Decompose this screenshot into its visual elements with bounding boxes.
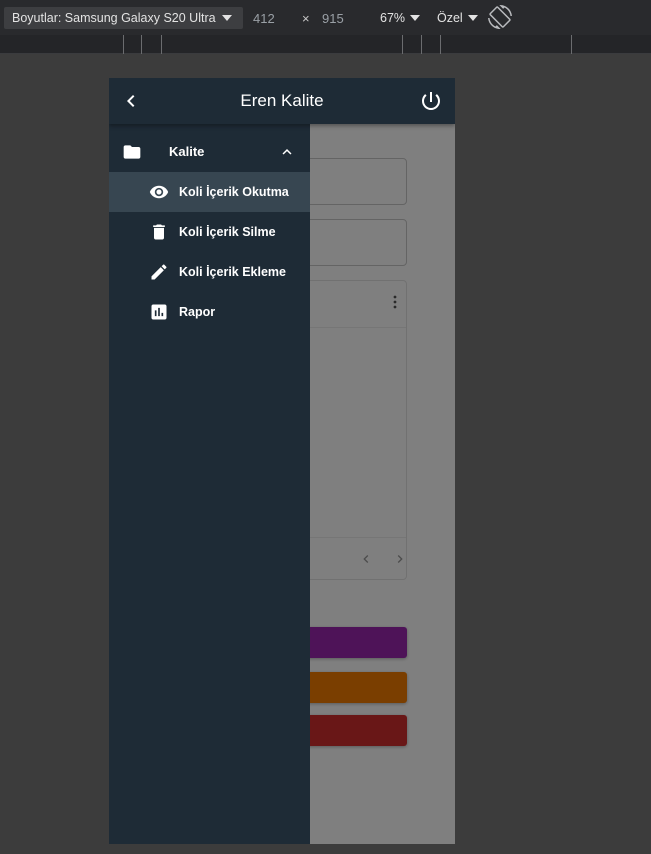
nav-item-koli-icerik-ekleme[interactable]: Koli İçerik Ekleme: [109, 252, 310, 292]
device-select[interactable]: Boyutlar: Samsung Galaxy S20 Ultra: [4, 7, 243, 29]
ruler-tick: [571, 35, 572, 54]
ruler-tick: [161, 35, 162, 54]
width-input[interactable]: 412: [253, 11, 275, 26]
dropdown-caret-icon: [410, 15, 421, 21]
nav-item-label: Rapor: [179, 305, 216, 319]
device-label: Boyutlar: Samsung Galaxy S20 Ultra: [12, 11, 216, 25]
device-toolbar: Boyutlar: Samsung Galaxy S20 Ultra 412 ×…: [0, 0, 651, 35]
ruler-tick: [141, 35, 142, 54]
nav-group-kalite[interactable]: Kalite: [109, 132, 310, 172]
screen-rotation-icon[interactable]: [488, 5, 512, 29]
zoom-select[interactable]: 67%: [378, 7, 422, 29]
phone-viewport: Eren Kalite f 0 T E: [109, 78, 455, 844]
power-icon[interactable]: [419, 89, 443, 113]
height-input[interactable]: 915: [322, 11, 344, 26]
navigation-drawer: Kalite Koli İçerik Okutma Koli İçerik Si…: [109, 124, 310, 844]
nav-group-label: Kalite: [169, 144, 205, 159]
dimension-separator: ×: [302, 11, 310, 26]
app-title: Eren Kalite: [240, 91, 324, 110]
app-bar: Eren Kalite: [109, 78, 455, 124]
chevron-up-icon: [282, 149, 292, 155]
folder-icon: [123, 145, 141, 159]
nav-item-label: Koli İçerik Ekleme: [179, 265, 287, 279]
throttle-select[interactable]: Özel: [435, 7, 480, 29]
zoom-label: 67%: [380, 11, 406, 25]
bar-chart-icon: [151, 304, 167, 320]
ruler-tick: [123, 35, 124, 54]
ruler-tick: [421, 35, 422, 54]
ruler: [0, 35, 651, 54]
nav-item-koli-icerik-silme[interactable]: Koli İçerik Silme: [109, 212, 310, 252]
nav-item-rapor[interactable]: Rapor: [109, 292, 310, 332]
ruler-tick: [440, 35, 441, 54]
ruler-tick: [402, 35, 403, 54]
dropdown-caret-icon: [467, 15, 478, 21]
eye-icon: [149, 185, 169, 199]
pencil-icon: [151, 264, 167, 280]
trash-icon: [153, 224, 165, 240]
dropdown-caret-icon: [221, 15, 232, 21]
nav-item-koli-icerik-okutma[interactable]: Koli İçerik Okutma: [109, 172, 310, 212]
throttle-label: Özel: [437, 11, 463, 25]
nav-item-label: Koli İçerik Okutma: [179, 185, 289, 199]
nav-item-label: Koli İçerik Silme: [179, 225, 276, 239]
